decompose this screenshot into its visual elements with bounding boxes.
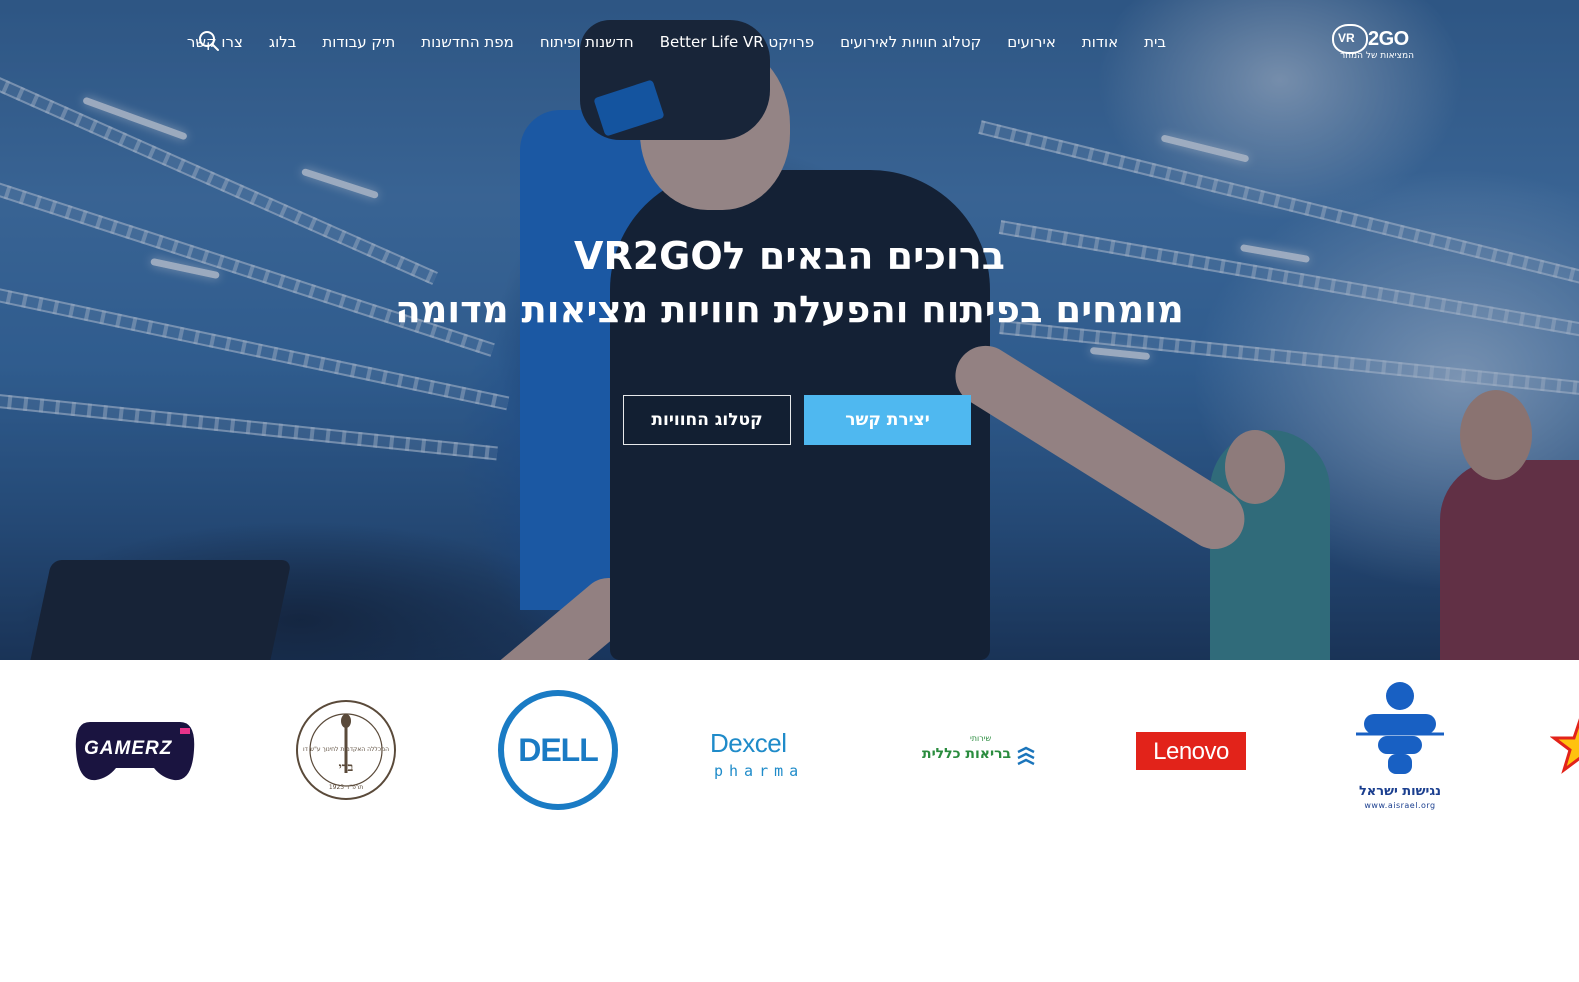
partner-logo-clalit[interactable]: שירותי בריאות כללית <box>920 680 1040 820</box>
access-israel-text: נגישות ישראל <box>1358 784 1442 799</box>
partial-logo-icon <box>1550 718 1579 774</box>
hero-subtitle: מומחים בפיתוח והפעלת חוויות מציאות מדומה <box>395 288 1184 331</box>
partner-logo-dell[interactable]: DELL <box>497 680 619 820</box>
menu-item-innovation[interactable]: חדשנות ופיתוח <box>527 30 647 54</box>
menu-item-about[interactable]: אודות <box>1069 30 1131 54</box>
clalit-top-text: שירותי <box>970 734 992 743</box>
dexcel-pharma-text: pharma <box>714 762 805 780</box>
seal-text-bottom: תרפ"ד 1923 <box>328 784 364 791</box>
logo-mark-text: VR <box>1338 31 1355 45</box>
partner-logo-lenovo[interactable]: Lenovo <box>1136 680 1246 820</box>
dexcel-text: Dexcel <box>710 728 787 758</box>
partner-logo-gamerz[interactable]: GAMERZ <box>70 680 200 820</box>
clalit-symbol-icon <box>1017 746 1035 766</box>
menu-item-events[interactable]: אירועים <box>994 30 1069 54</box>
site-logo[interactable]: VR 2GO המציאות של המחר <box>1332 24 1414 62</box>
hero-title: ברוכים הבאים לVR2GO <box>574 234 1005 278</box>
gamerz-text: GAMERZ <box>84 738 173 759</box>
menu-item-blog[interactable]: בלוג <box>256 30 309 54</box>
partner-logo-partial[interactable] <box>1550 680 1579 820</box>
top-navigation: VR 2GO המציאות של המחר בית אודות אירועים… <box>0 0 1579 84</box>
partner-logos-strip: GAMERZ המכללה האקדמית לחינוך ע"ש דוד ילי… <box>0 660 1579 840</box>
menu-item-portfolio[interactable]: תיק עבודות <box>309 30 408 54</box>
logo-brand: 2GO <box>1368 28 1409 50</box>
menu-item-innovation-map[interactable]: מפת החדשנות <box>408 30 527 54</box>
partner-logo-access-israel[interactable]: נגישות ישראל www.aisrael.org <box>1350 680 1450 820</box>
partner-logo-dexcel[interactable]: Dexcel pharma <box>700 680 840 820</box>
main-menu: בית אודות אירועים קטלוג חוויות לאירועים … <box>174 30 1179 54</box>
seal-text-top: המכללה האקדמית לחינוך ע"ש דוד ילין <box>303 746 389 753</box>
access-israel-url: www.aisrael.org <box>1364 801 1436 810</box>
partner-logo-david-yellin[interactable]: המכללה האקדמית לחינוך ע"ש דוד ילין בדי ת… <box>295 680 397 820</box>
menu-item-home[interactable]: בית <box>1131 30 1179 54</box>
experience-catalog-button[interactable]: קטלוג החוויות <box>623 395 791 445</box>
clalit-main-text: בריאות כללית <box>922 746 1012 762</box>
menu-item-better-life[interactable]: פרויקט Better Life VR <box>647 30 827 54</box>
dell-text: DELL <box>518 732 599 768</box>
search-icon[interactable] <box>198 30 220 52</box>
seal-text-mid: בדי <box>338 760 354 774</box>
contact-button[interactable]: יצירת קשר <box>804 395 971 445</box>
access-israel-icon <box>1356 682 1444 774</box>
hero-headline: ברוכים הבאים לVR2GO מומחים בפיתוח והפעלת… <box>0 230 1579 338</box>
lenovo-text: Lenovo <box>1153 738 1229 765</box>
logo-tagline: המציאות של המחר <box>1340 51 1414 61</box>
menu-item-event-catalog[interactable]: קטלוג חוויות לאירועים <box>827 30 994 54</box>
